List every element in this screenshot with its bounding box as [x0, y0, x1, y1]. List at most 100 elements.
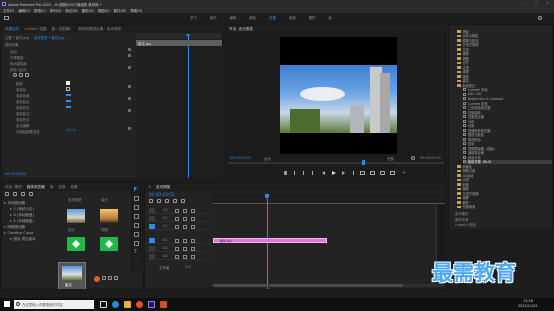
list-view-icon[interactable] — [108, 276, 112, 280]
go-to-in-icon[interactable] — [312, 171, 316, 175]
pen-icon[interactable] — [134, 232, 139, 237]
track-select-icon[interactable] — [134, 196, 139, 201]
sidebar-local-drives[interactable]: 本地驱动器 — [8, 201, 26, 206]
fit-dropdown[interactable]: 适合 — [264, 156, 271, 161]
captions-icon[interactable] — [181, 199, 185, 203]
ec-timecode[interactable]: 00:00:03:03 — [5, 172, 26, 176]
tab-program[interactable]: 节目: 皮光照夏 — [229, 27, 253, 32]
reset-icon[interactable] — [128, 97, 131, 100]
timeline-timecode[interactable]: 00:00:03:03 — [149, 192, 175, 197]
tab-project[interactable]: 项目: 素材 — [5, 185, 22, 190]
sidebar-drive-e[interactable]: E (本地磁盘) — [14, 219, 34, 224]
effect-time-remap[interactable]: 时间重映射 — [10, 61, 27, 66]
blend-value[interactable]: 0.0 % — [66, 128, 76, 132]
start-icon[interactable] — [4, 301, 10, 307]
quality-dropdown[interactable]: 完整 — [387, 156, 394, 161]
sync-icon[interactable] — [183, 216, 187, 221]
rect-mask-icon[interactable] — [19, 73, 23, 77]
export-frame-icon[interactable] — [380, 171, 385, 175]
eye-icon[interactable] — [191, 246, 195, 251]
lock-icon[interactable] — [175, 224, 179, 229]
effect-opacity[interactable]: 不透明度 — [10, 55, 24, 60]
eye-icon[interactable] — [191, 238, 195, 243]
sync-icon[interactable] — [183, 238, 187, 243]
menu-sequence[interactable]: 序列(S) — [50, 8, 62, 13]
thumb-green[interactable] — [67, 237, 85, 251]
track-header[interactable]: V2 — [145, 215, 211, 222]
view-icon[interactable] — [29, 192, 33, 196]
lift-icon[interactable] — [360, 171, 365, 175]
task-view-icon[interactable] — [100, 301, 107, 308]
master-volume[interactable]: 0.0 — [185, 265, 190, 269]
linked-icon[interactable] — [157, 199, 161, 203]
lock-icon[interactable] — [175, 254, 179, 259]
workspace-learn[interactable]: 学习 — [190, 15, 197, 20]
lock-icon[interactable] — [175, 208, 179, 213]
color-swatch[interactable] — [66, 81, 70, 85]
sidebar-drive-d[interactable]: D (本地磁盘) — [14, 213, 35, 218]
workspace-audio[interactable]: 音频 — [289, 15, 296, 20]
slip-icon[interactable] — [134, 223, 139, 228]
add-marker-icon[interactable] — [165, 199, 169, 203]
tab-audio-mixer[interactable]: 音频剪辑混合器：皮光照夏 — [78, 27, 121, 32]
program-playhead-icon[interactable] — [362, 160, 365, 165]
sync-icon[interactable] — [183, 246, 187, 251]
param-value-blue[interactable] — [66, 94, 71, 96]
sidebar-team-projects[interactable]: 团队 项目版本 — [14, 237, 36, 242]
pen-mask-icon[interactable] — [25, 73, 29, 77]
thumb-image[interactable] — [100, 209, 118, 223]
track-target-toggle[interactable] — [149, 238, 155, 243]
thumb-green[interactable] — [100, 237, 118, 251]
panel-link[interactable]: 基本声音 — [455, 217, 469, 222]
chrome-icon[interactable] — [136, 301, 143, 308]
workspace-editing[interactable]: 编辑 — [230, 15, 237, 20]
tray-time[interactable]: 11:16 — [523, 299, 533, 303]
effect-color-highlight[interactable]: 颜色 (高光) — [10, 67, 27, 72]
menu-clip[interactable]: 剪辑(C) — [34, 8, 46, 13]
panel-link[interactable]: 基本图形 — [455, 211, 469, 216]
track-target-toggle[interactable] — [149, 208, 155, 213]
explorer-icon[interactable] — [124, 301, 131, 308]
forward-icon[interactable] — [13, 192, 17, 196]
lock-icon[interactable] — [94, 276, 100, 282]
param-value-blue[interactable] — [66, 100, 71, 102]
filter-icon[interactable] — [21, 192, 25, 196]
track-target-toggle[interactable] — [149, 216, 155, 221]
menu-file[interactable]: 文件(F) — [3, 8, 14, 13]
hand-icon[interactable] — [134, 241, 139, 246]
workspace-graphics[interactable]: 图形 — [309, 15, 316, 20]
premiere-icon[interactable] — [148, 301, 155, 308]
step-forward-icon[interactable] — [342, 171, 345, 175]
selection-tool-icon[interactable] — [134, 187, 137, 192]
home-icon[interactable] — [4, 16, 9, 20]
eye-icon[interactable] — [191, 254, 195, 259]
play-icon[interactable] — [332, 170, 336, 175]
workspace-assembly[interactable]: 组件 — [210, 15, 217, 20]
mask-tools[interactable] — [13, 73, 29, 77]
menu-graphics[interactable]: 图形(G) — [82, 8, 94, 13]
timeline-scrollbar[interactable] — [213, 284, 445, 287]
panel-link[interactable]: 库 — [455, 228, 458, 230]
type-icon[interactable]: T — [134, 249, 137, 255]
tab-media-browser[interactable]: 媒体浏览器 — [27, 185, 45, 190]
ripple-edit-icon[interactable] — [134, 205, 139, 210]
workspace-libraries[interactable]: 库 — [328, 15, 331, 20]
step-back-icon[interactable] — [322, 171, 325, 175]
tab-source[interactable]: 源（无剪辑） — [52, 27, 74, 32]
go-to-out-icon[interactable] — [350, 171, 354, 175]
snap-icon[interactable] — [149, 199, 153, 203]
tab-effect-controls[interactable]: 效果控件 — [5, 27, 19, 32]
tab-effects[interactable]: 效果 — [70, 185, 77, 190]
reset-icon[interactable] — [128, 127, 131, 130]
maximize-button[interactable]: □ — [535, 1, 538, 5]
sidebar-network-drives[interactable]: 网络驱动器 — [8, 225, 26, 230]
icon-view-icon[interactable] — [114, 276, 118, 280]
track-header[interactable]: A2 — [145, 245, 211, 252]
mark-in-icon[interactable] — [294, 171, 296, 175]
menu-marker[interactable]: 标记(M) — [65, 8, 77, 13]
eye-icon[interactable] — [191, 224, 195, 229]
extract-icon[interactable] — [370, 171, 375, 175]
timeline-clip[interactable]: 星光.jpg — [213, 238, 327, 243]
sync-icon[interactable] — [183, 224, 187, 229]
reset-icon[interactable] — [128, 85, 131, 88]
